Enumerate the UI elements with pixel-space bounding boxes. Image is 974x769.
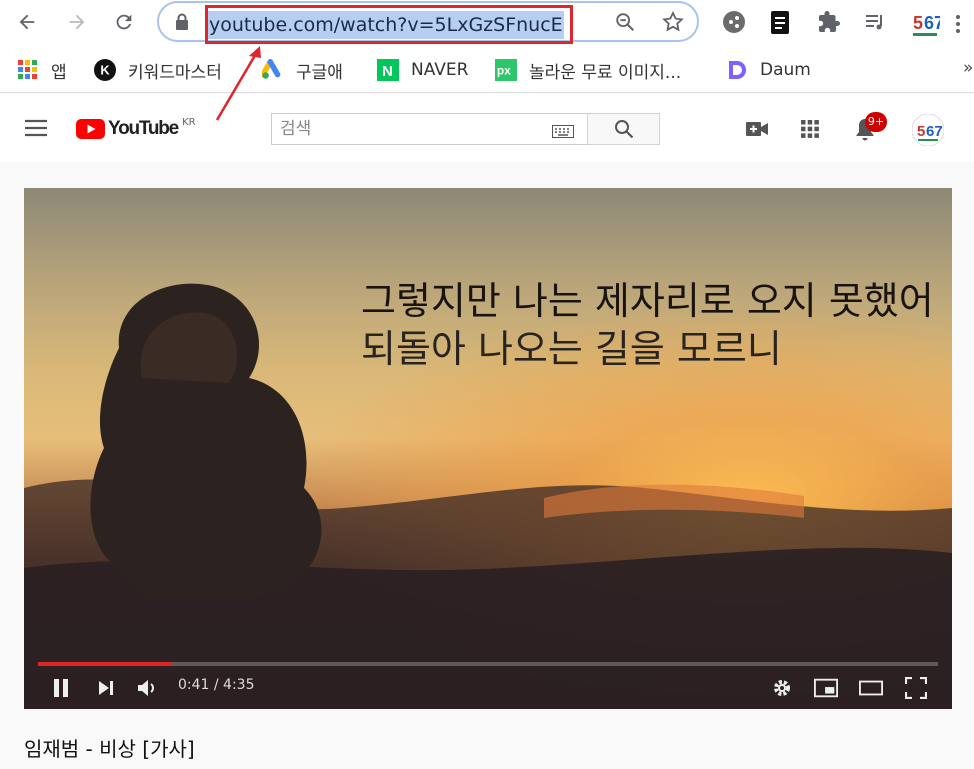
apps-grid-icon <box>17 59 39 81</box>
browser-toolbar: youtube.com/watch?v=5LxGzSFnucE 5 67 <box>0 0 974 46</box>
video-frame-silhouette <box>24 283 952 709</box>
lock-icon <box>175 13 189 35</box>
bookmark-label: 구글애 <box>296 62 343 83</box>
browser-menu-icon[interactable] <box>955 14 961 38</box>
extensions-puzzle-icon[interactable] <box>817 10 841 38</box>
annotation-arrow-icon <box>215 46 261 121</box>
search-button[interactable] <box>587 113 660 145</box>
youtube-logo[interactable]: YouTube KR <box>76 116 196 140</box>
profile-avatar-icon[interactable]: 5 67 <box>910 5 944 43</box>
bookmark-keyword-master[interactable]: K 키워드마스터 <box>94 56 222 84</box>
reload-button[interactable] <box>107 5 141 39</box>
progress-bar[interactable] <box>38 662 938 666</box>
search-input[interactable]: 검색 <box>271 113 588 145</box>
fullscreen-icon[interactable] <box>904 676 928 700</box>
zoom-icon[interactable] <box>614 11 636 37</box>
bookmark-pixabay[interactable]: px 놀라운 무료 이미지... <box>495 56 681 84</box>
progress-bar-played <box>38 662 172 666</box>
media-queue-icon[interactable] <box>863 10 887 38</box>
svg-text:K: K <box>100 63 110 78</box>
reload-icon <box>116 14 132 30</box>
theater-mode-icon[interactable] <box>859 676 883 700</box>
bookmark-label: 놀라운 무료 이미지... <box>529 62 682 83</box>
youtube-wordmark: YouTube <box>108 118 179 139</box>
bookmark-label: 앱 <box>51 62 67 83</box>
lyric-line-1: 그렇지만 나는 제자리로 오지 못했어 <box>361 279 934 323</box>
volume-icon[interactable] <box>135 676 159 700</box>
time-display: 0:41 / 4:35 <box>178 677 255 693</box>
hamburger-menu-icon[interactable] <box>24 118 48 142</box>
svg-text:67: 67 <box>926 123 943 140</box>
region-code: KR <box>182 116 196 128</box>
url-highlight-box <box>205 5 573 44</box>
video-title: 임재범 - 비상 [가사] <box>24 737 195 761</box>
naver-icon: N <box>377 59 399 81</box>
bookmark-daum[interactable]: Daum <box>726 56 811 84</box>
back-arrow-icon <box>19 14 35 30</box>
daum-icon <box>726 59 748 81</box>
settings-gear-icon[interactable] <box>770 676 794 700</box>
keyboard-icon[interactable] <box>552 123 574 142</box>
k-logo-icon: K <box>94 59 116 81</box>
account-avatar-icon[interactable]: 5 67 <box>911 113 945 150</box>
next-icon[interactable] <box>94 676 118 700</box>
svg-text:67: 67 <box>924 13 940 33</box>
back-button[interactable] <box>10 5 44 39</box>
forward-arrow-icon <box>69 14 85 30</box>
clipboard-extension-icon[interactable] <box>768 8 792 40</box>
svg-text:5: 5 <box>917 123 925 140</box>
notification-badge: 9+ <box>865 112 887 132</box>
bookmark-apps[interactable]: 앱 <box>17 56 67 84</box>
forward-button[interactable] <box>60 5 94 39</box>
youtube-play-logo-icon <box>76 119 105 139</box>
svg-text:5: 5 <box>913 13 923 33</box>
bookmark-label: Daum <box>760 60 811 80</box>
share-extension-icon[interactable] <box>722 10 746 38</box>
bookmark-star-icon[interactable] <box>661 10 685 38</box>
search-icon <box>614 120 633 139</box>
bookmark-naver[interactable]: N NAVER <box>377 56 468 84</box>
pixabay-icon: px <box>495 59 517 81</box>
svg-text:px: px <box>497 64 511 78</box>
svg-text:N: N <box>382 63 393 80</box>
bookmarks-overflow-button[interactable]: » <box>963 58 973 78</box>
miniplayer-icon[interactable] <box>814 676 838 700</box>
video-player[interactable] <box>24 188 952 709</box>
bookmark-label: NAVER <box>411 60 469 80</box>
apps-icon[interactable] <box>800 119 820 143</box>
pause-icon[interactable] <box>49 676 73 700</box>
create-video-icon[interactable] <box>745 120 769 142</box>
lyric-line-2: 되돌아 나오는 길을 모르니 <box>361 327 782 371</box>
